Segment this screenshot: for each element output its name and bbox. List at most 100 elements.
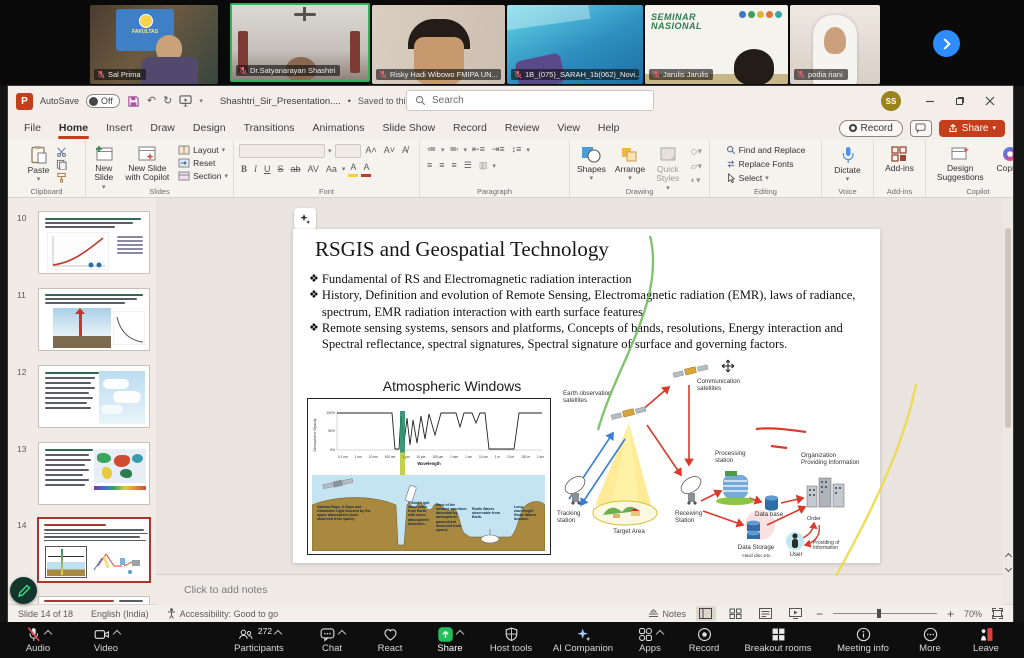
underline-button[interactable]: U <box>262 164 273 176</box>
highlight-color-button[interactable]: A <box>348 162 358 177</box>
layout-button[interactable]: Layout▾ <box>178 145 228 155</box>
scrollbar-thumb[interactable] <box>1005 228 1011 428</box>
slideshow-view-button[interactable] <box>786 606 806 621</box>
slide-title[interactable]: RSGIS and Geospatial Technology <box>315 237 609 262</box>
video-tile[interactable]: FAKULTAS Sal Prima <box>90 5 218 84</box>
apps-options-chevron[interactable] <box>656 629 664 637</box>
cut-icon[interactable] <box>56 146 67 157</box>
record-button[interactable]: Record <box>839 120 903 137</box>
tab-review[interactable]: Review <box>497 118 547 139</box>
redo-icon[interactable]: ↻ <box>163 96 172 107</box>
accessibility-status[interactable]: Accessibility: Good to go <box>167 608 279 619</box>
reading-view-button[interactable] <box>756 606 776 621</box>
previous-slide-button[interactable] <box>1004 552 1012 560</box>
tab-insert[interactable]: Insert <box>98 118 140 139</box>
minimize-button[interactable] <box>915 88 945 114</box>
section-button[interactable]: Section▾ <box>178 171 228 181</box>
tab-slide-show[interactable]: Slide Show <box>375 118 444 139</box>
reset-button[interactable]: Reset <box>178 158 228 168</box>
next-participants-button[interactable] <box>933 30 960 57</box>
bullets-button[interactable]: ≔ <box>425 144 438 156</box>
design-suggestions-button[interactable]: Design Suggestions <box>931 144 990 184</box>
video-tile[interactable]: Risky Hadi Wibowo FMIPA UN... <box>372 5 505 84</box>
quick-styles-button[interactable]: Quick Styles▾ <box>652 144 683 193</box>
slide-sorter-view-button[interactable] <box>726 606 746 621</box>
zoom-slider-knob[interactable] <box>877 609 881 618</box>
tab-view[interactable]: View <box>549 118 588 139</box>
grow-font-button[interactable]: A˄ <box>364 145 379 157</box>
notes-toggle-button[interactable]: Notes <box>648 609 686 619</box>
save-icon[interactable] <box>127 95 140 108</box>
meeting-info-button[interactable]: Meeting info <box>828 626 898 655</box>
participants-options-chevron[interactable] <box>274 629 282 637</box>
leave-button[interactable]: Leave <box>964 626 1008 655</box>
justify-button[interactable]: ☰ <box>462 160 474 172</box>
chat-options-chevron[interactable] <box>338 629 346 637</box>
zoom-slider[interactable] <box>833 613 937 614</box>
tab-home[interactable]: Home <box>51 118 96 139</box>
paste-button[interactable]: Paste▾ <box>26 144 52 185</box>
normal-view-button[interactable] <box>696 606 716 621</box>
next-slide-button[interactable] <box>1004 564 1012 572</box>
select-button[interactable]: Select▾ <box>726 173 769 183</box>
account-avatar[interactable]: SS <box>881 91 901 111</box>
apps-button[interactable]: Apps <box>628 626 672 655</box>
slide-thumbnail-15-partial[interactable] <box>38 596 150 604</box>
tab-file[interactable]: File <box>16 118 49 139</box>
restore-button[interactable] <box>945 88 975 114</box>
autosave-toggle[interactable]: Off <box>86 94 120 108</box>
shrink-font-button[interactable]: A˅ <box>382 145 397 157</box>
copy-icon[interactable] <box>56 159 67 170</box>
clear-formatting-button[interactable]: A̸ <box>400 145 410 157</box>
arrange-button[interactable]: Arrange▾ <box>613 144 647 184</box>
notes-pane[interactable]: Click to add notes <box>156 574 1003 605</box>
decrease-indent-button[interactable]: ⇤≡ <box>470 144 487 156</box>
vertical-scrollbar[interactable] <box>1003 198 1013 604</box>
slide-thumbnail-13[interactable] <box>38 442 150 505</box>
breakout-rooms-button[interactable]: Breakout rooms <box>738 626 818 655</box>
zoom-percentage[interactable]: 70% <box>964 609 982 619</box>
tab-animations[interactable]: Animations <box>305 118 373 139</box>
addins-button[interactable]: Add-ins <box>883 144 916 174</box>
participants-button[interactable]: 272 Participants <box>224 626 294 655</box>
align-center-button[interactable]: ≡ <box>437 160 446 172</box>
dictate-button[interactable]: Dictate▾ <box>832 144 862 185</box>
comments-button[interactable] <box>910 120 932 137</box>
subscript-button[interactable]: ab <box>289 164 303 176</box>
shape-outline-button[interactable]: ▱▾ <box>689 161 704 173</box>
slideshow-icon[interactable] <box>179 95 192 107</box>
columns-button[interactable]: ▥ <box>477 160 490 172</box>
language-indicator[interactable]: English (India) <box>91 609 149 619</box>
video-tile[interactable]: 1B_(075)_SARAH_1b(062)_Novi... <box>507 5 643 84</box>
shape-effects-button[interactable]: ◐▾ <box>689 175 704 187</box>
quick-access-chevron[interactable]: ▾ <box>199 97 203 105</box>
tab-design[interactable]: Design <box>185 118 234 139</box>
ai-companion-button[interactable]: AI Companion <box>548 626 618 655</box>
zoom-out-button[interactable]: − <box>816 607 823 621</box>
format-painter-icon[interactable] <box>56 172 67 183</box>
react-button[interactable]: React <box>368 626 412 655</box>
video-tile[interactable]: podia riani <box>790 5 880 84</box>
more-button[interactable]: More <box>908 626 952 655</box>
tab-help[interactable]: Help <box>590 118 628 139</box>
video-options-chevron[interactable] <box>112 629 120 637</box>
close-button[interactable] <box>975 88 1005 114</box>
numbering-button[interactable]: ≕ <box>448 144 461 156</box>
replace-fonts-button[interactable]: Replace Fonts <box>726 159 794 169</box>
font-size-select[interactable] <box>335 144 361 158</box>
character-spacing-button[interactable]: AV <box>306 164 321 176</box>
chat-button[interactable]: Chat <box>310 626 354 655</box>
change-case-button[interactable]: Aa <box>324 164 339 176</box>
annotate-button[interactable] <box>10 577 37 604</box>
slide-thumbnail-10[interactable] <box>38 211 150 274</box>
tab-record[interactable]: Record <box>445 118 495 139</box>
designer-sparkle-button[interactable] <box>294 208 316 230</box>
share-button[interactable]: Share ▾ <box>939 120 1005 137</box>
font-color-button[interactable]: A <box>361 162 371 177</box>
video-tile-active-speaker[interactable]: Dr.Satyanarayan Shashtri <box>230 3 370 82</box>
search-box[interactable]: Search <box>406 90 654 111</box>
undo-icon[interactable]: ↶ <box>147 96 156 107</box>
slide-counter[interactable]: Slide 14 of 18 <box>18 609 73 619</box>
bold-button[interactable]: B <box>239 164 249 176</box>
tab-draw[interactable]: Draw <box>142 118 183 139</box>
